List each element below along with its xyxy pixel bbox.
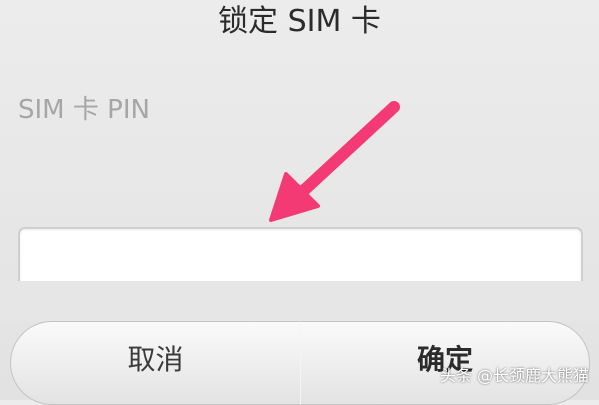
sim-pin-input[interactable] (18, 227, 583, 287)
dialog-title: 锁定 SIM 卡 (218, 4, 381, 39)
watermark-text: 头条 @长颈鹿大熊猫 (439, 366, 589, 385)
cancel-button[interactable]: 取消 (10, 321, 301, 405)
sim-pin-label: SIM 卡 PIN (18, 95, 150, 125)
confirm-button[interactable]: 确定 (300, 321, 590, 405)
lock-sim-dialog: 锁定 SIM 卡 SIM 卡 PIN 取消 确定 (0, 0, 599, 405)
input-crop-region (0, 281, 599, 321)
